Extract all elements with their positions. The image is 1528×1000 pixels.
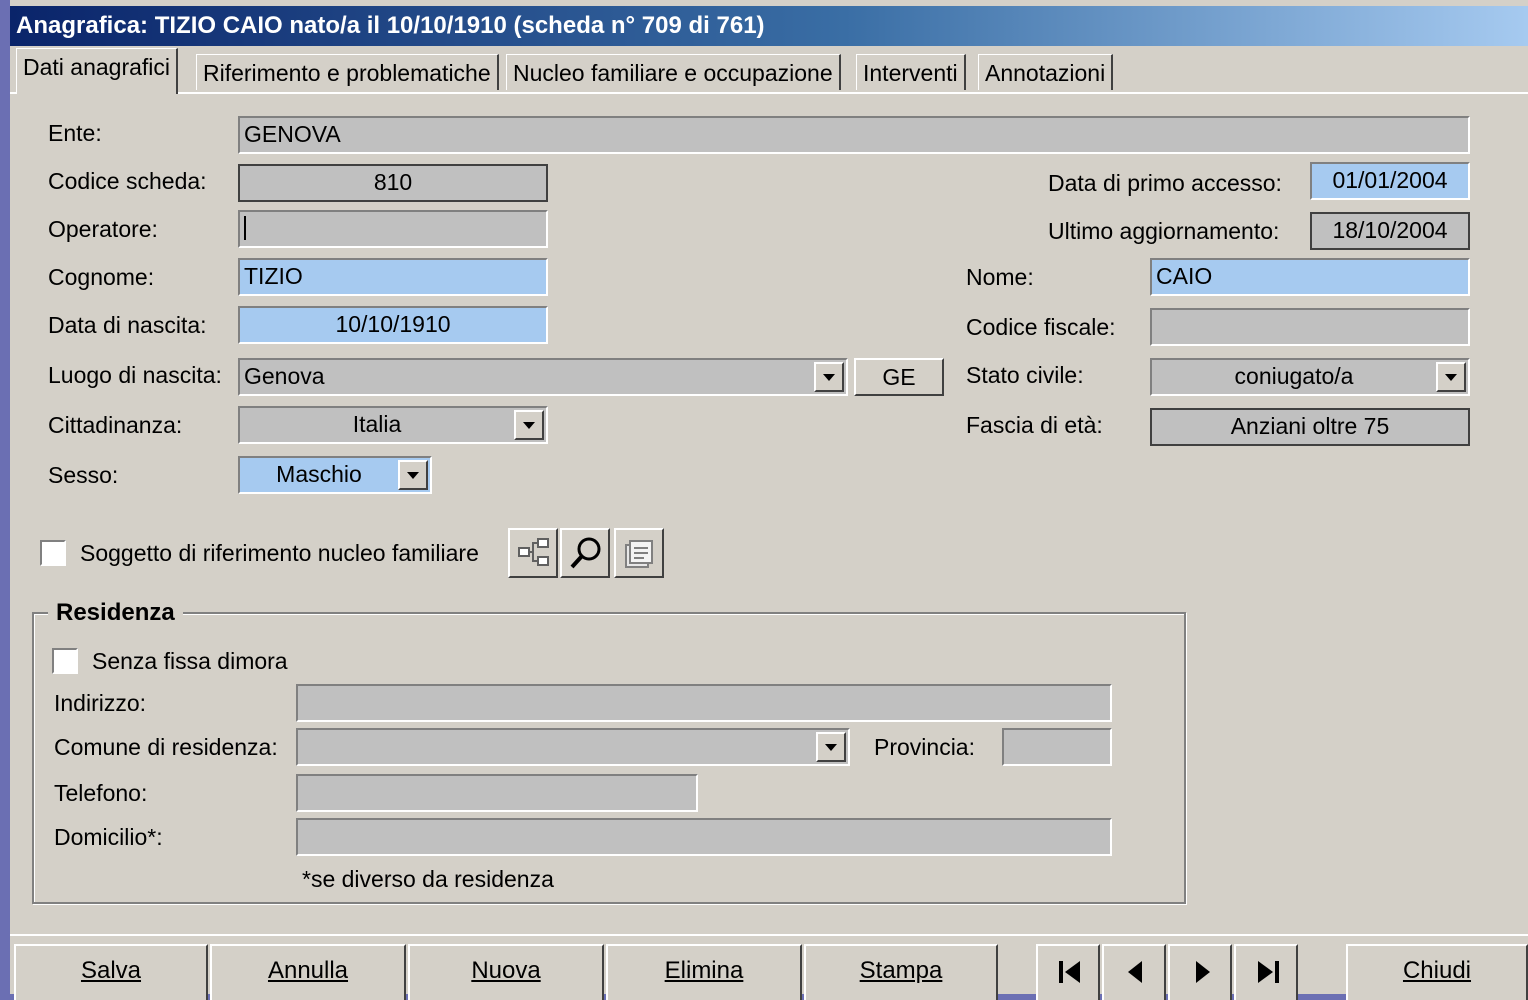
soggetto-riferimento-label: Soggetto di riferimento nucleo familiare: [80, 540, 479, 566]
magnifier-icon: [570, 537, 601, 569]
first-record-icon: [1059, 961, 1080, 983]
provincia-field[interactable]: [1002, 728, 1112, 766]
stato-civile-value: coniugato/a: [1234, 363, 1354, 389]
fascia-eta-label: Fascia di età:: [966, 412, 1103, 438]
properties-icon: [625, 540, 653, 568]
cittadinanza-label: Cittadinanza:: [48, 412, 183, 438]
residenza-title: Residenza: [48, 598, 183, 628]
fascia-eta-field: Anziani oltre 75: [1150, 408, 1470, 446]
hierarchy-icon: [518, 538, 549, 566]
domicilio-note: *se diverso da residenza: [302, 866, 554, 892]
next-record-button[interactable]: [1168, 944, 1232, 1000]
stato-civile-select[interactable]: coniugato/a: [1150, 358, 1470, 396]
nome-field[interactable]: CAIO: [1150, 258, 1470, 296]
data-primo-accesso-field[interactable]: 01/01/2004: [1310, 162, 1470, 200]
domicilio-field[interactable]: [296, 818, 1112, 856]
cognome-field[interactable]: TIZIO: [238, 258, 548, 296]
text-cursor: [244, 216, 246, 240]
domicilio-label: Domicilio*:: [54, 824, 163, 850]
previous-record-button[interactable]: [1102, 944, 1166, 1000]
data-nascita-field[interactable]: 10/10/1910: [238, 306, 548, 344]
ente-label: Ente:: [48, 120, 102, 146]
close-button[interactable]: Chiudi: [1346, 944, 1528, 1000]
tab-riferimento-problematiche[interactable]: Riferimento e problematiche: [196, 54, 499, 90]
tab-interventi[interactable]: Interventi: [856, 54, 966, 90]
search-button[interactable]: [560, 528, 610, 578]
next-record-icon: [1196, 961, 1210, 983]
operatore-field[interactable]: [238, 210, 548, 248]
chevron-down-icon[interactable]: [816, 732, 846, 762]
print-button[interactable]: Stampa: [804, 944, 998, 1000]
comune-residenza-select[interactable]: [296, 728, 850, 766]
properties-button[interactable]: [614, 528, 664, 578]
indirizzo-label: Indirizzo:: [54, 690, 147, 716]
stato-civile-label: Stato civile:: [966, 362, 1084, 388]
first-record-button[interactable]: [1036, 944, 1100, 1000]
comune-residenza-label: Comune di residenza:: [54, 734, 278, 760]
new-button[interactable]: Nuova: [408, 944, 604, 1000]
ente-field[interactable]: GENOVA: [238, 116, 1470, 154]
tab-divider: [10, 92, 1528, 94]
tab-annotazioni[interactable]: Annotazioni: [978, 54, 1114, 90]
codice-fiscale-field[interactable]: [1150, 308, 1470, 346]
chevron-down-icon[interactable]: [814, 362, 844, 392]
codice-fiscale-label: Codice fiscale:: [966, 314, 1116, 340]
cittadinanza-value: Italia: [352, 411, 402, 437]
luogo-nascita-value: Genova: [244, 363, 325, 389]
codice-scheda-label: Codice scheda:: [48, 168, 207, 194]
telefono-field[interactable]: [296, 774, 698, 812]
senza-fissa-dimora-label: Senza fissa dimora: [92, 648, 288, 674]
sesso-label: Sesso:: [48, 462, 119, 488]
luogo-nascita-select[interactable]: Genova: [238, 358, 848, 396]
data-primo-accesso-label: Data di primo accesso:: [1048, 170, 1282, 196]
last-record-button[interactable]: [1234, 944, 1298, 1000]
ultimo-aggiornamento-label: Ultimo aggiornamento:: [1048, 218, 1280, 244]
last-record-icon: [1258, 961, 1279, 983]
delete-button[interactable]: Elimina: [606, 944, 802, 1000]
cittadinanza-select[interactable]: Italia: [238, 406, 548, 444]
provincia-label: Provincia:: [874, 734, 975, 760]
cancel-button[interactable]: Annulla: [210, 944, 406, 1000]
tab-nucleo-familiare[interactable]: Nucleo familiare e occupazione: [506, 54, 841, 90]
chevron-down-icon[interactable]: [514, 410, 544, 440]
provincia-nascita-box[interactable]: GE: [854, 358, 944, 396]
main-window: Anagrafica: TIZIO CAIO nato/a il 10/10/1…: [10, 0, 1528, 1000]
soggetto-riferimento-checkbox[interactable]: [40, 540, 66, 566]
sesso-select[interactable]: Maschio: [238, 456, 432, 494]
tab-dati-anagrafici[interactable]: Dati anagrafici: [16, 48, 179, 94]
operatore-label: Operatore:: [48, 216, 158, 242]
previous-record-icon: [1128, 961, 1142, 983]
window-title: Anagrafica: TIZIO CAIO nato/a il 10/10/1…: [10, 6, 1528, 46]
codice-scheda-field[interactable]: 810: [238, 164, 548, 202]
nome-label: Nome:: [966, 264, 1034, 290]
ultimo-aggiornamento-field: 18/10/2004: [1310, 212, 1470, 250]
sesso-value: Maschio: [276, 461, 362, 487]
indirizzo-field[interactable]: [296, 684, 1112, 722]
tab-bar: Dati anagrafici Riferimento e problemati…: [10, 48, 1528, 94]
hierarchy-button[interactable]: [508, 528, 558, 578]
cognome-label: Cognome:: [48, 264, 155, 290]
luogo-nascita-label: Luogo di nascita:: [48, 362, 222, 388]
bottom-toolbar: Salva Annulla Nuova Elimina Stampa Chiud…: [10, 934, 1528, 1000]
telefono-label: Telefono:: [54, 780, 148, 806]
chevron-down-icon[interactable]: [398, 460, 428, 490]
save-button[interactable]: Salva: [14, 944, 208, 1000]
chevron-down-icon[interactable]: [1436, 362, 1466, 392]
data-nascita-label: Data di nascita:: [48, 312, 207, 338]
senza-fissa-dimora-checkbox[interactable]: [52, 648, 78, 674]
